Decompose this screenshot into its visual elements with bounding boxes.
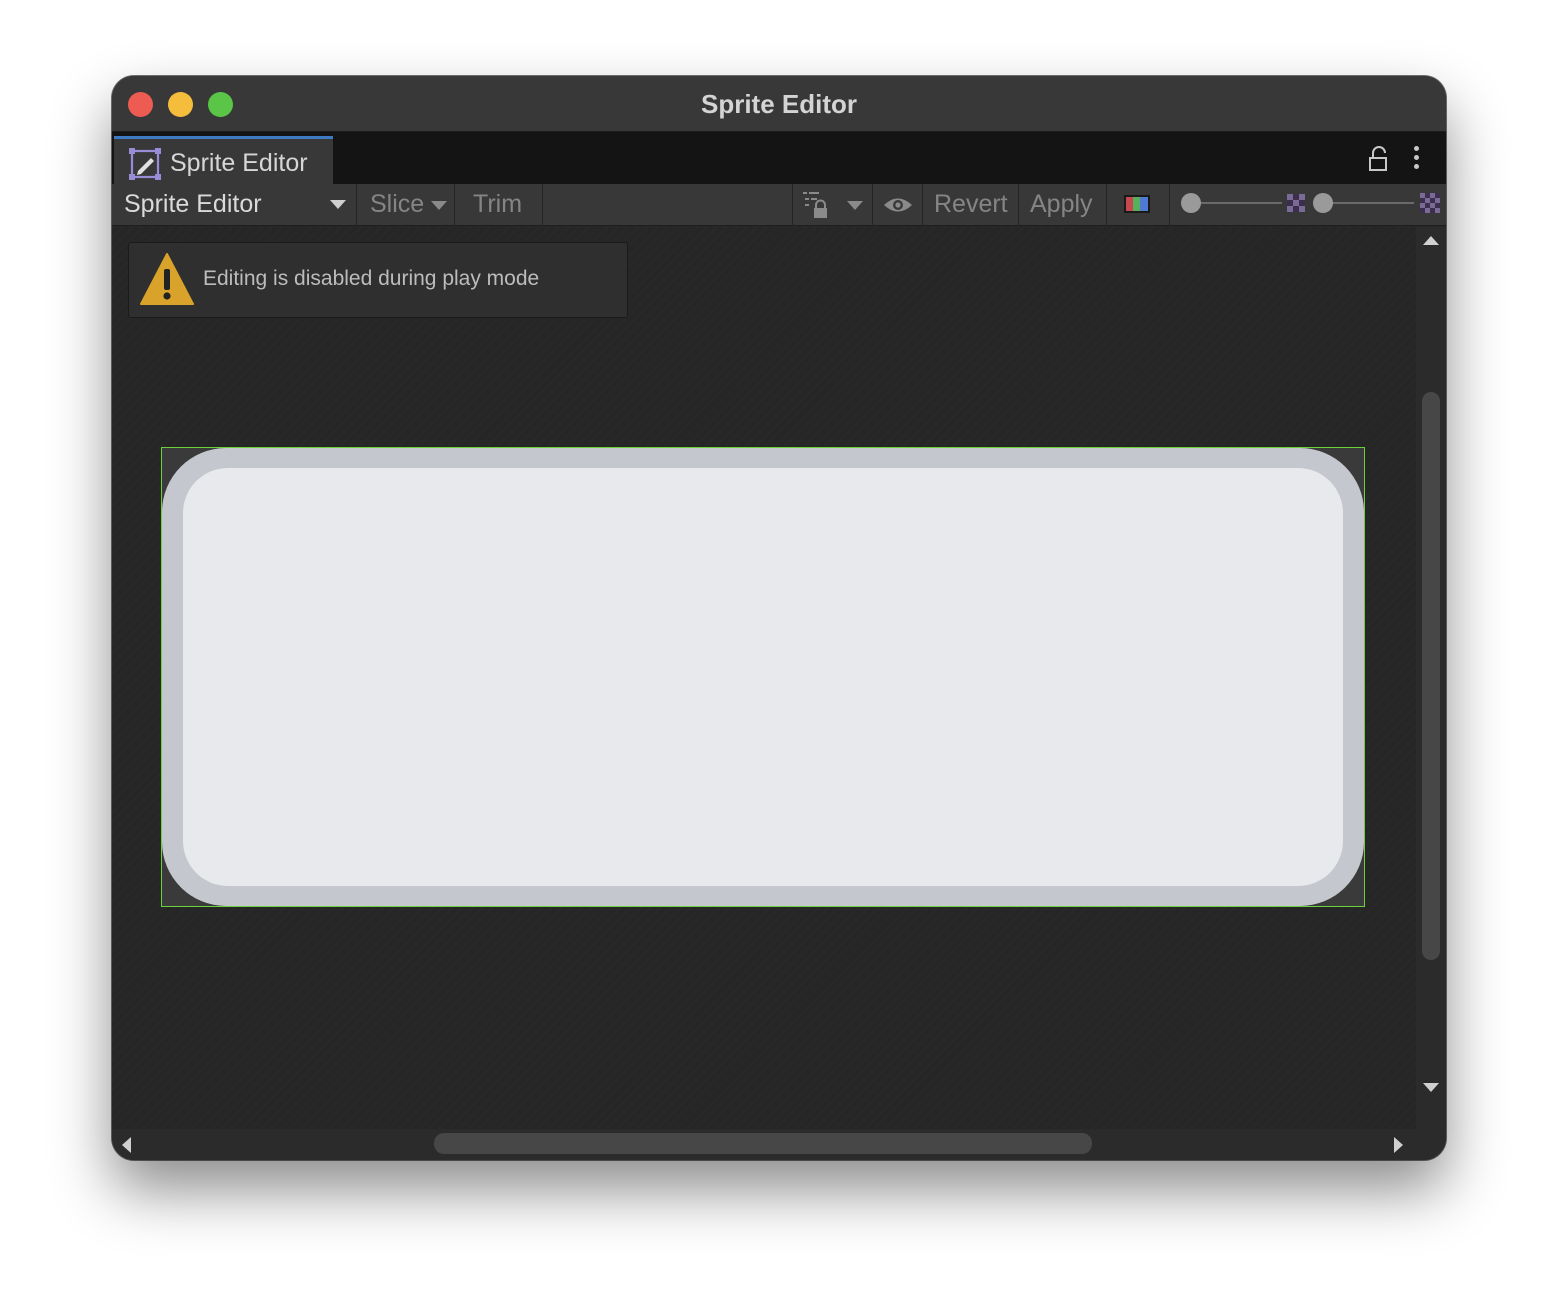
lock-layers-dropdown[interactable] [793,184,873,226]
chevron-down-icon [431,201,447,210]
toolbar: Sprite Editor Slice Trim Revert Apply [112,184,1446,226]
chevron-down-icon [847,201,863,210]
sprite-fill [183,468,1343,886]
vertical-scroll-thumb[interactable] [1422,392,1440,960]
tab-strip: Sprite Editor [112,132,1446,184]
trim-button[interactable]: Trim [455,184,543,226]
revert-label: Revert [934,190,1008,218]
kebab-menu-icon[interactable] [1412,146,1420,170]
color-channel-toggle[interactable] [1107,184,1170,226]
toolbar-spacer [543,184,793,226]
padlock-icon[interactable] [1368,146,1390,172]
trim-label: Trim [473,190,523,218]
visibility-toggle[interactable] [873,184,923,226]
horizontal-scroll-thumb[interactable] [434,1133,1092,1154]
rgb-channel-icon [1124,195,1150,213]
checker-small-icon [1287,194,1305,212]
play-mode-warning: Editing is disabled during play mode [128,242,628,318]
zoom-sliders [1170,184,1446,226]
apply-label: Apply [1030,190,1093,218]
mip-slider-handle[interactable] [1313,193,1333,213]
window-title: Sprite Editor [700,89,857,119]
lock-layers-icon [803,192,827,218]
warning-icon [140,253,194,305]
title-bar: Sprite Editor [112,76,1446,132]
revert-button[interactable]: Revert [923,184,1019,226]
checker-large-icon [1420,193,1440,213]
eye-icon [884,198,912,212]
sprite-editor-window: Sprite Editor Sprite Editor Sprite Edito… [112,76,1446,1160]
editor-mode-dropdown[interactable]: Sprite Editor [112,184,357,226]
scroll-up-arrow-icon[interactable] [1423,236,1439,245]
horizontal-scrollbar[interactable] [112,1129,1446,1160]
sprite-canvas[interactable]: Editing is disabled during play mode [112,227,1416,1129]
editor-mode-label: Sprite Editor [124,190,262,218]
sprite-editor-icon [129,148,161,180]
warning-text: Editing is disabled during play mode [203,267,540,290]
tab-label: Sprite Editor [170,149,308,177]
scroll-right-arrow-icon[interactable] [1394,1137,1403,1153]
vertical-scrollbar[interactable] [1416,227,1446,1129]
alpha-slider-handle[interactable] [1181,193,1201,213]
tab-sprite-editor[interactable]: Sprite Editor [114,136,333,184]
scroll-down-arrow-icon[interactable] [1423,1083,1439,1092]
scroll-left-arrow-icon[interactable] [122,1137,131,1153]
chevron-down-icon [330,200,346,209]
slice-label: Slice [370,190,425,218]
sprite-rect[interactable] [161,447,1365,907]
slice-dropdown-button[interactable]: Slice [357,184,455,226]
apply-button[interactable]: Apply [1019,184,1107,226]
